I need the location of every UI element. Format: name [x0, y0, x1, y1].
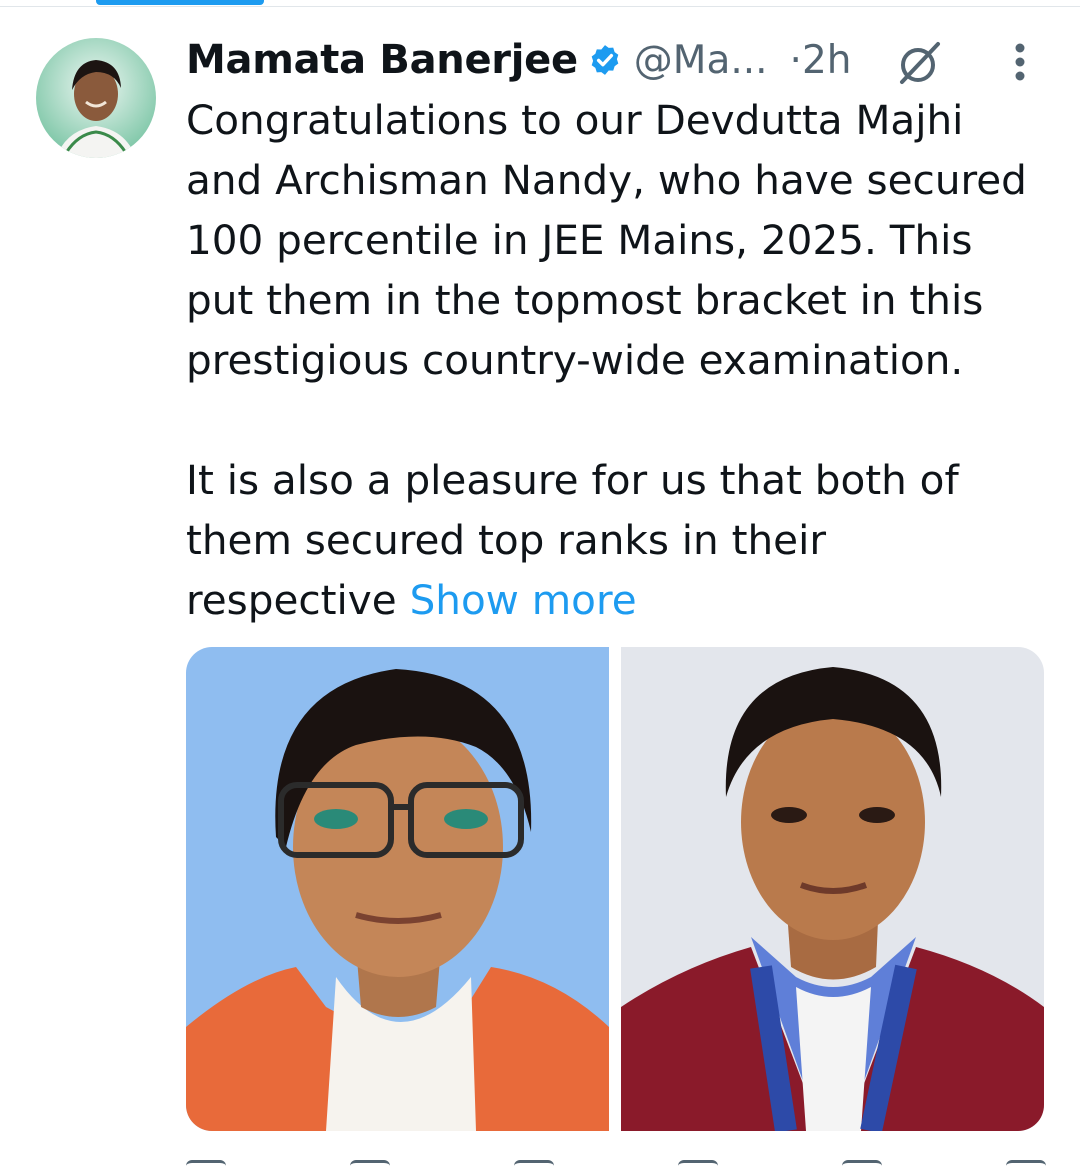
active-tab-indicator [96, 0, 264, 5]
tweet-paragraph-1: Congratulations to our Devdutta Majhi an… [186, 90, 1066, 390]
text-line: put them in the topmost bracket in this [186, 276, 984, 324]
tweet-paragraph-2: It is also a pleasure for us that both o… [186, 450, 1066, 630]
tweet-photo-2[interactable] [621, 647, 1044, 1131]
text-line: respective Show more [186, 570, 1066, 630]
tweet-action-bar [186, 1160, 1046, 1172]
text-line-end: respective [186, 576, 397, 624]
tweet-photo-1[interactable] [186, 647, 609, 1131]
more-options-icon[interactable] [1012, 42, 1028, 82]
separator-dot: · [789, 37, 802, 83]
verified-badge-icon [588, 43, 622, 77]
timestamp[interactable]: 2h [802, 38, 852, 83]
show-more-link[interactable]: Show more [410, 576, 637, 624]
tweet-header: Mamata Banerjee @Ma... · 2h [186, 34, 851, 86]
grok-icon[interactable] [896, 40, 944, 86]
top-divider [0, 6, 1080, 7]
tweet-text: Congratulations to our Devdutta Majhi an… [186, 90, 1066, 630]
text-line: prestigious country-wide examination. [186, 336, 964, 384]
text-line: them secured top ranks in their [186, 516, 826, 564]
text-line: 100 percentile in JEE Mains, 2025. This [186, 216, 973, 264]
avatar[interactable] [36, 38, 156, 158]
author-name[interactable]: Mamata Banerjee [186, 37, 578, 83]
author-handle[interactable]: @Ma... [634, 38, 768, 83]
text-line: and Archisman Nandy, who have secured [186, 156, 1027, 204]
text-line: Congratulations to our Devdutta Majhi [186, 96, 964, 144]
text-line: It is also a pleasure for us that both o… [186, 456, 959, 504]
